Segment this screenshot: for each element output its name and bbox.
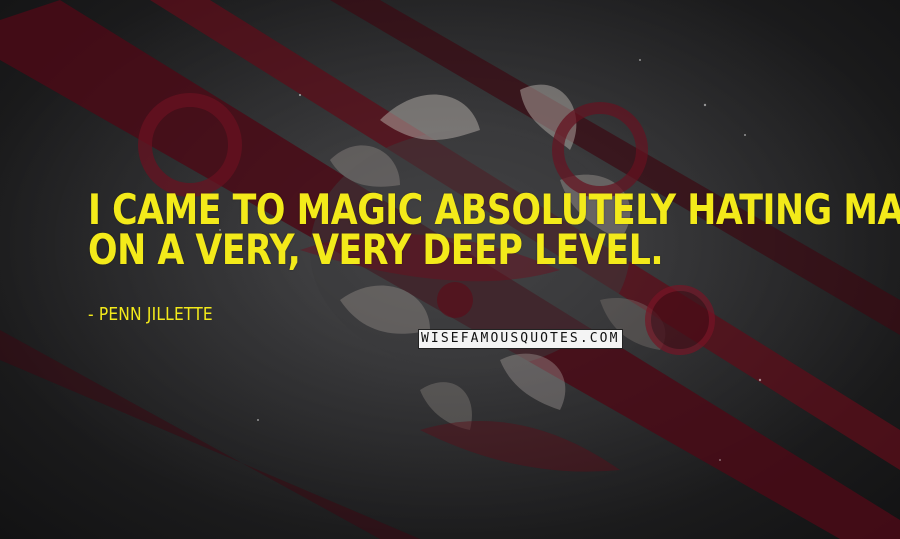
- quote-image: I came to magic absolutely hating magic …: [0, 0, 900, 539]
- watermark-logo: WISEFAMOUSQUOTES.COM: [419, 330, 622, 348]
- quote-text-line-2: on a very, very deep level.: [88, 225, 664, 274]
- quote-author: - Penn Jillette: [88, 304, 213, 325]
